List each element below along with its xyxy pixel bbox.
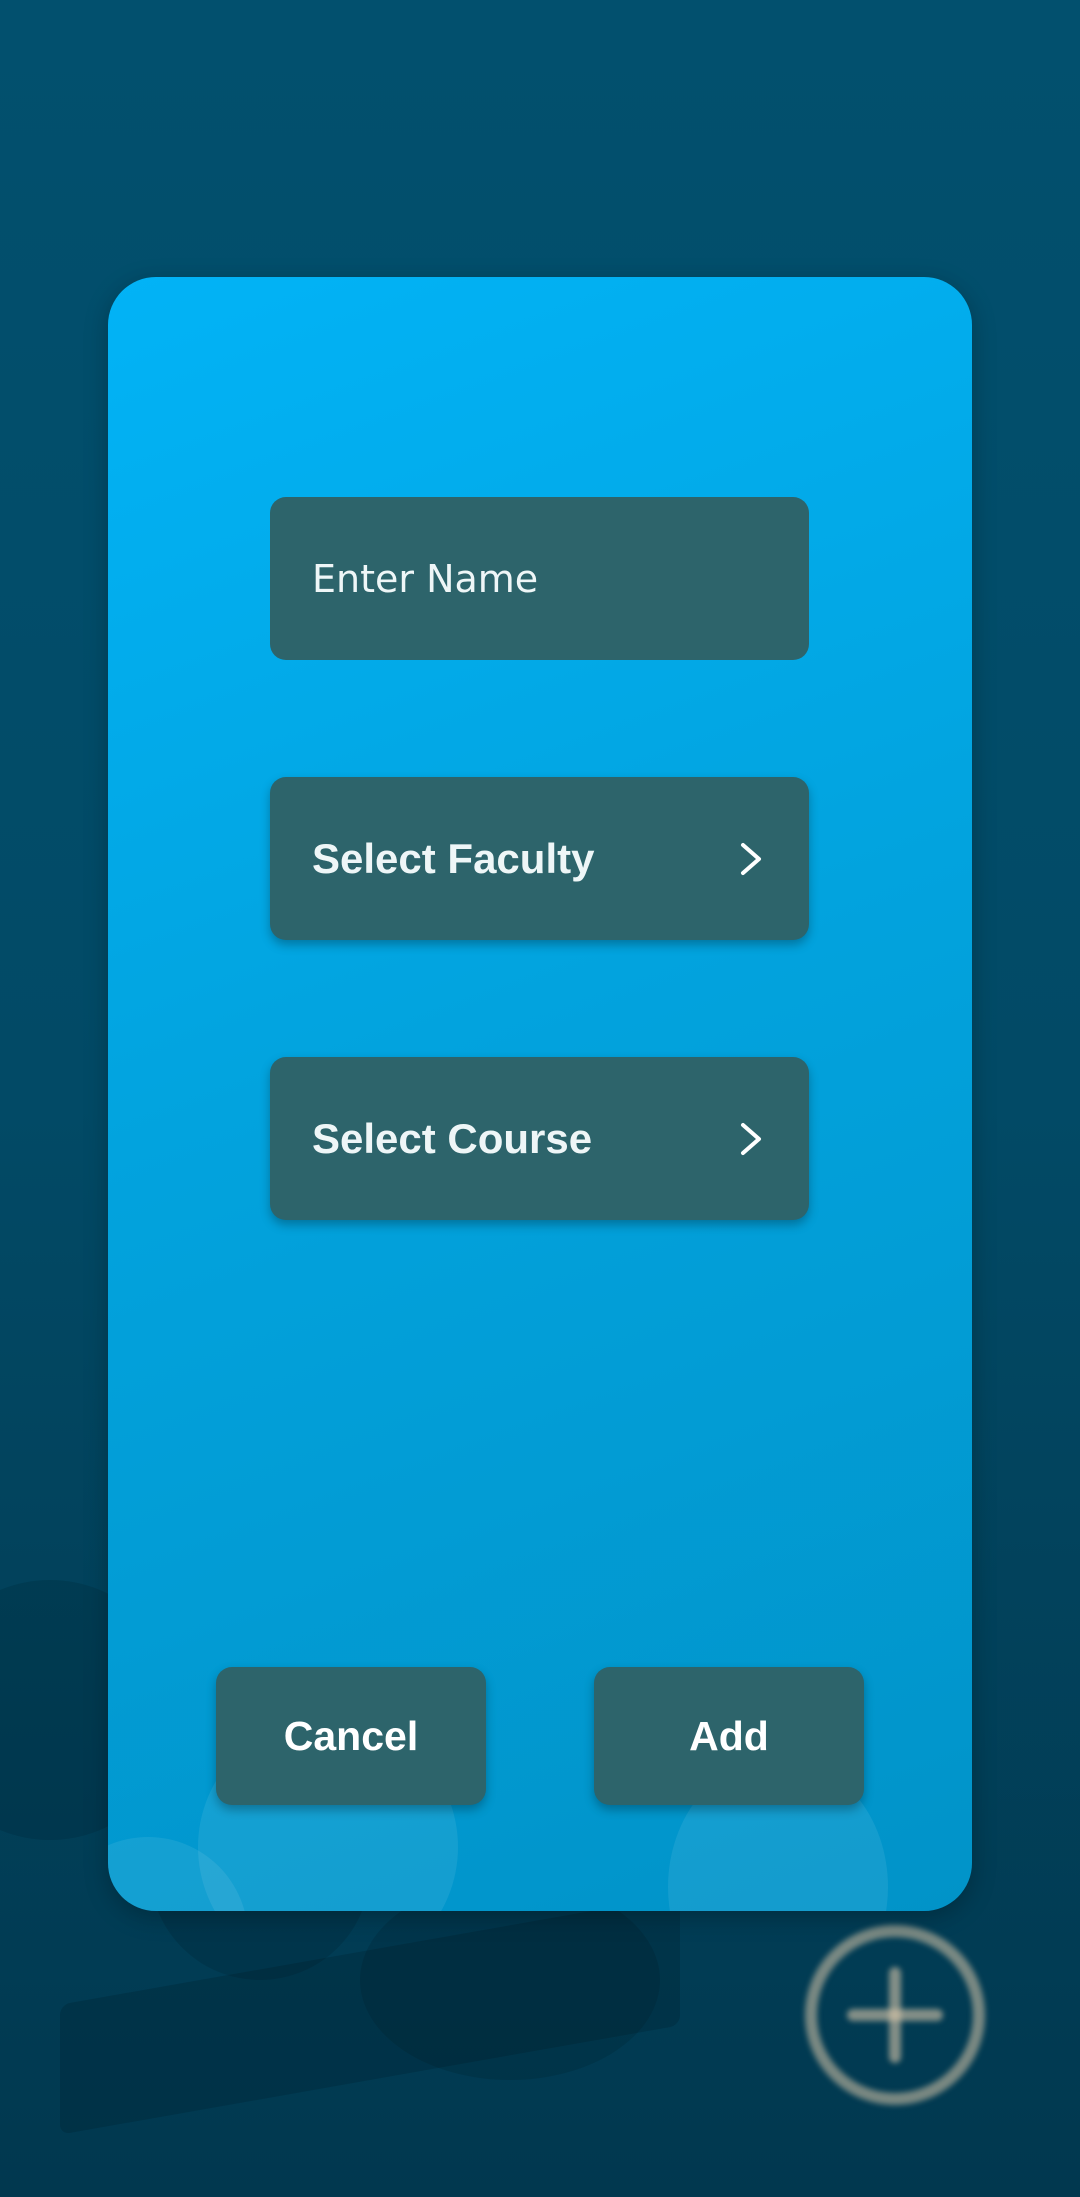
select-faculty-button[interactable]: Select Faculty	[270, 777, 809, 940]
add-button[interactable]: Add	[594, 1667, 864, 1805]
cancel-button[interactable]: Cancel	[216, 1667, 486, 1805]
plus-icon-vertical	[889, 1967, 901, 2063]
add-fab-button[interactable]	[805, 1925, 985, 2105]
select-course-label: Select Course	[312, 1114, 593, 1162]
cancel-label: Cancel	[283, 1712, 419, 1759]
chevron-right-icon	[741, 842, 761, 875]
select-course-button[interactable]: Select Course	[270, 1057, 809, 1220]
add-student-dialog: Enter Name Select Faculty Select Course …	[108, 277, 972, 1911]
background-desk	[60, 1895, 680, 2135]
name-placeholder: Enter Name	[312, 556, 539, 601]
name-input[interactable]: Enter Name	[270, 497, 809, 660]
chevron-right-icon	[741, 1122, 761, 1155]
add-label: Add	[689, 1712, 769, 1759]
select-faculty-label: Select Faculty	[312, 834, 595, 882]
